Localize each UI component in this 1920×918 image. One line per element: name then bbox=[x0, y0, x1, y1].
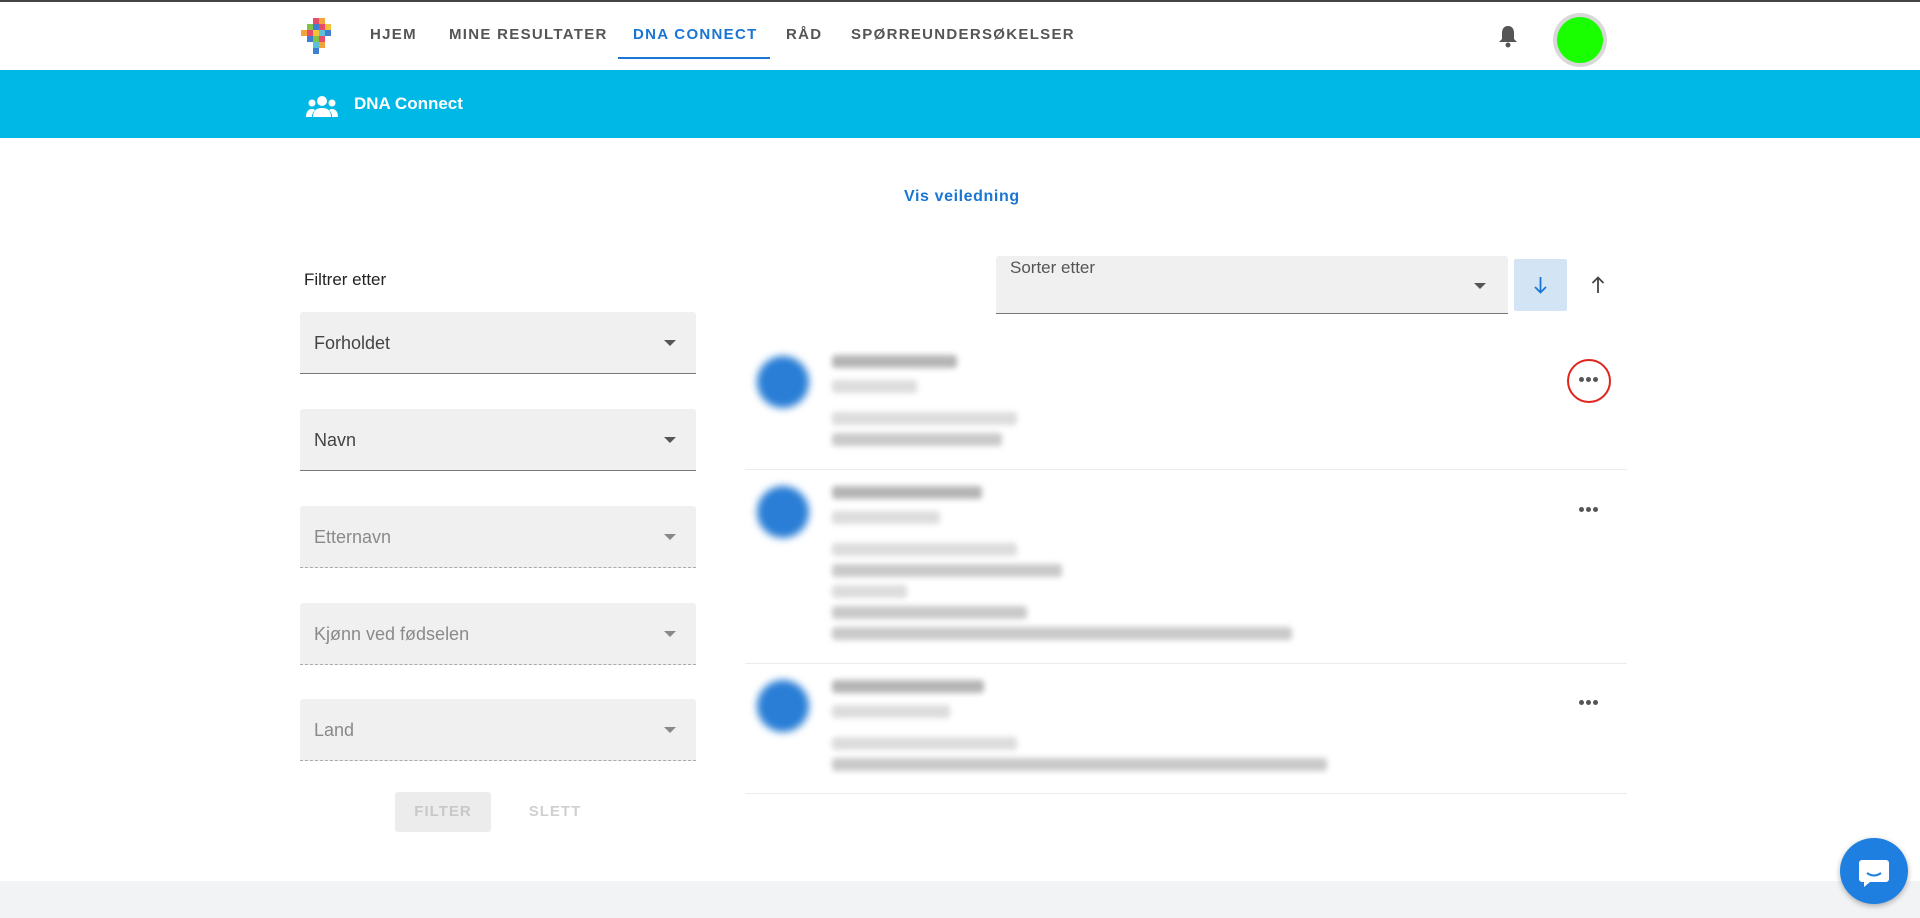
brand-logo-icon[interactable] bbox=[301, 18, 337, 54]
caret-down-icon bbox=[1474, 283, 1486, 289]
blurred-match-detail bbox=[832, 412, 1017, 425]
caret-down-icon bbox=[664, 727, 676, 733]
blurred-match-detail bbox=[832, 585, 907, 598]
blurred-match-detail bbox=[832, 627, 1292, 640]
country-filter-select[interactable]: Land bbox=[300, 699, 696, 761]
blurred-match-detail bbox=[832, 433, 1002, 446]
first-name-filter-select[interactable]: Navn bbox=[300, 409, 696, 471]
field-label: Etternavn bbox=[314, 527, 392, 547]
nav-item-rad[interactable]: RÅD bbox=[786, 26, 822, 43]
page-title: DNA Connect bbox=[354, 94, 463, 113]
arrow-down-icon bbox=[1534, 277, 1547, 294]
field-label: Kjønn ved fødselen bbox=[314, 624, 470, 644]
nav-item-sporreundersokelser[interactable]: SPØRREUNDERSØKELSER bbox=[851, 26, 1075, 43]
match-avatar bbox=[757, 680, 809, 732]
field-label: Forholdet bbox=[314, 333, 391, 353]
match-more-options-button[interactable] bbox=[1568, 682, 1608, 722]
blurred-match-name bbox=[832, 486, 982, 499]
top-navigation-bar: HJEM MINE RESULTATER DNA CONNECT RÅD SPØ… bbox=[0, 2, 1920, 70]
chat-bubble-icon bbox=[1859, 860, 1889, 887]
clear-filter-button[interactable]: SLETT bbox=[510, 792, 600, 832]
sort-by-select[interactable]: Sorter etter bbox=[996, 256, 1508, 314]
caret-down-icon bbox=[664, 631, 676, 637]
show-guide-link[interactable]: Vis veiledning bbox=[904, 188, 1020, 206]
blurred-match-detail bbox=[832, 564, 1062, 577]
group-icon bbox=[306, 96, 338, 117]
field-label: Land bbox=[314, 720, 355, 740]
caret-down-icon bbox=[664, 534, 676, 540]
blurred-match-detail bbox=[832, 705, 950, 718]
match-list-item[interactable] bbox=[745, 664, 1627, 794]
sort-descending-button[interactable] bbox=[1514, 259, 1567, 311]
blurred-match-detail bbox=[832, 511, 940, 524]
caret-down-icon bbox=[664, 437, 676, 443]
page-footer bbox=[0, 881, 1920, 918]
filter-heading: Filtrer etter bbox=[304, 270, 387, 289]
blurred-match-detail bbox=[832, 380, 917, 393]
blurred-match-detail bbox=[832, 737, 1017, 750]
filter-button[interactable]: FILTER bbox=[395, 792, 491, 832]
bell-icon[interactable] bbox=[1497, 24, 1519, 48]
blurred-match-detail bbox=[832, 606, 1027, 619]
chat-button[interactable] bbox=[1840, 838, 1908, 904]
caret-down-icon bbox=[664, 340, 676, 346]
match-more-options-button[interactable] bbox=[1568, 489, 1608, 529]
highlight-ring bbox=[1567, 359, 1611, 403]
list-divider bbox=[745, 793, 1627, 794]
blurred-match-detail bbox=[832, 758, 1327, 771]
match-avatar bbox=[757, 356, 809, 408]
last-name-filter-select[interactable]: Etternavn bbox=[300, 506, 696, 568]
match-list-item[interactable] bbox=[745, 340, 1627, 470]
relationship-filter-select[interactable]: Forholdet bbox=[300, 312, 696, 374]
arrow-up-icon bbox=[1591, 276, 1605, 293]
user-avatar[interactable] bbox=[1557, 17, 1603, 63]
nav-item-mine-resultater[interactable]: MINE RESULTATER bbox=[449, 26, 608, 43]
nav-item-dna-connect[interactable]: DNA CONNECT bbox=[633, 26, 758, 43]
nav-item-hjem[interactable]: HJEM bbox=[370, 26, 417, 43]
section-header-band bbox=[0, 70, 1920, 138]
sex-at-birth-filter-select[interactable]: Kjønn ved fødselen bbox=[300, 603, 696, 665]
sort-ascending-button[interactable] bbox=[1580, 259, 1616, 311]
sort-label: Sorter etter bbox=[1010, 258, 1096, 277]
active-tab-indicator bbox=[618, 57, 770, 59]
field-label: Navn bbox=[314, 430, 357, 450]
blurred-match-detail bbox=[832, 543, 1017, 556]
match-list-item[interactable] bbox=[745, 470, 1627, 664]
match-avatar bbox=[757, 486, 809, 538]
blurred-match-name bbox=[832, 355, 957, 368]
blurred-match-name bbox=[832, 680, 984, 693]
